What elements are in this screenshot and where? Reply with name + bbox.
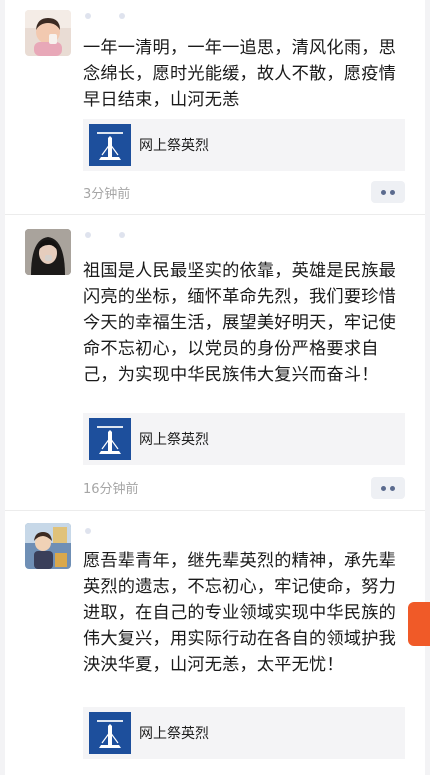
memorial-logo-icon	[89, 418, 131, 460]
nickname[interactable]	[85, 523, 175, 535]
moments-feed: 一年一清明，一年一追思，清风化雨，思念绵长，愿时光能缓，故人不散，愿疫情早日结束…	[5, 0, 425, 775]
link-card[interactable]: 网上祭英烈	[83, 707, 405, 759]
post-time: 16分钟前	[83, 482, 139, 497]
post: 愿吾辈青年，继先辈英烈的精神，承先辈英烈的遗志，不忘初心，牢记使命，努力进取，在…	[5, 511, 425, 775]
memorial-logo-icon	[89, 124, 131, 166]
post: 一年一清明，一年一追思，清风化雨，思念绵长，愿时光能缓，故人不散，愿疫情早日结束…	[5, 0, 425, 215]
post-content: 一年一清明，一年一追思，清风化雨，思念绵长，愿时光能缓，故人不散，愿疫情早日结束…	[83, 38, 396, 110]
link-card[interactable]: 网上祭英烈	[83, 119, 405, 171]
post: 祖国是人民最坚实的依靠，英雄是民族最闪亮的坐标，缅怀革命先烈，我们要珍惜今天的幸…	[5, 215, 425, 511]
link-title: 网上祭英烈	[139, 138, 209, 154]
nickname[interactable]	[85, 8, 175, 20]
link-title: 网上祭英烈	[139, 432, 209, 448]
post-time: 3分钟前	[83, 187, 131, 202]
nickname[interactable]	[85, 227, 175, 239]
page-edge	[425, 0, 430, 775]
memorial-logo-icon	[89, 712, 131, 754]
link-title: 网上祭英烈	[139, 726, 209, 742]
post-content: 愿吾辈青年，继先辈英烈的精神，承先辈英烈的遗志，不忘初心，牢记使命，努力进取，在…	[83, 551, 396, 675]
avatar[interactable]	[25, 523, 71, 569]
more-dots-icon[interactable]	[371, 181, 405, 203]
avatar[interactable]	[25, 10, 71, 56]
link-card[interactable]: 网上祭英烈	[83, 413, 405, 465]
more-dots-icon[interactable]	[371, 477, 405, 499]
post-content: 祖国是人民最坚实的依靠，英雄是民族最闪亮的坐标，缅怀革命先烈，我们要珍惜今天的幸…	[83, 261, 396, 385]
avatar[interactable]	[25, 229, 71, 275]
float-tab-icon[interactable]	[408, 602, 430, 646]
